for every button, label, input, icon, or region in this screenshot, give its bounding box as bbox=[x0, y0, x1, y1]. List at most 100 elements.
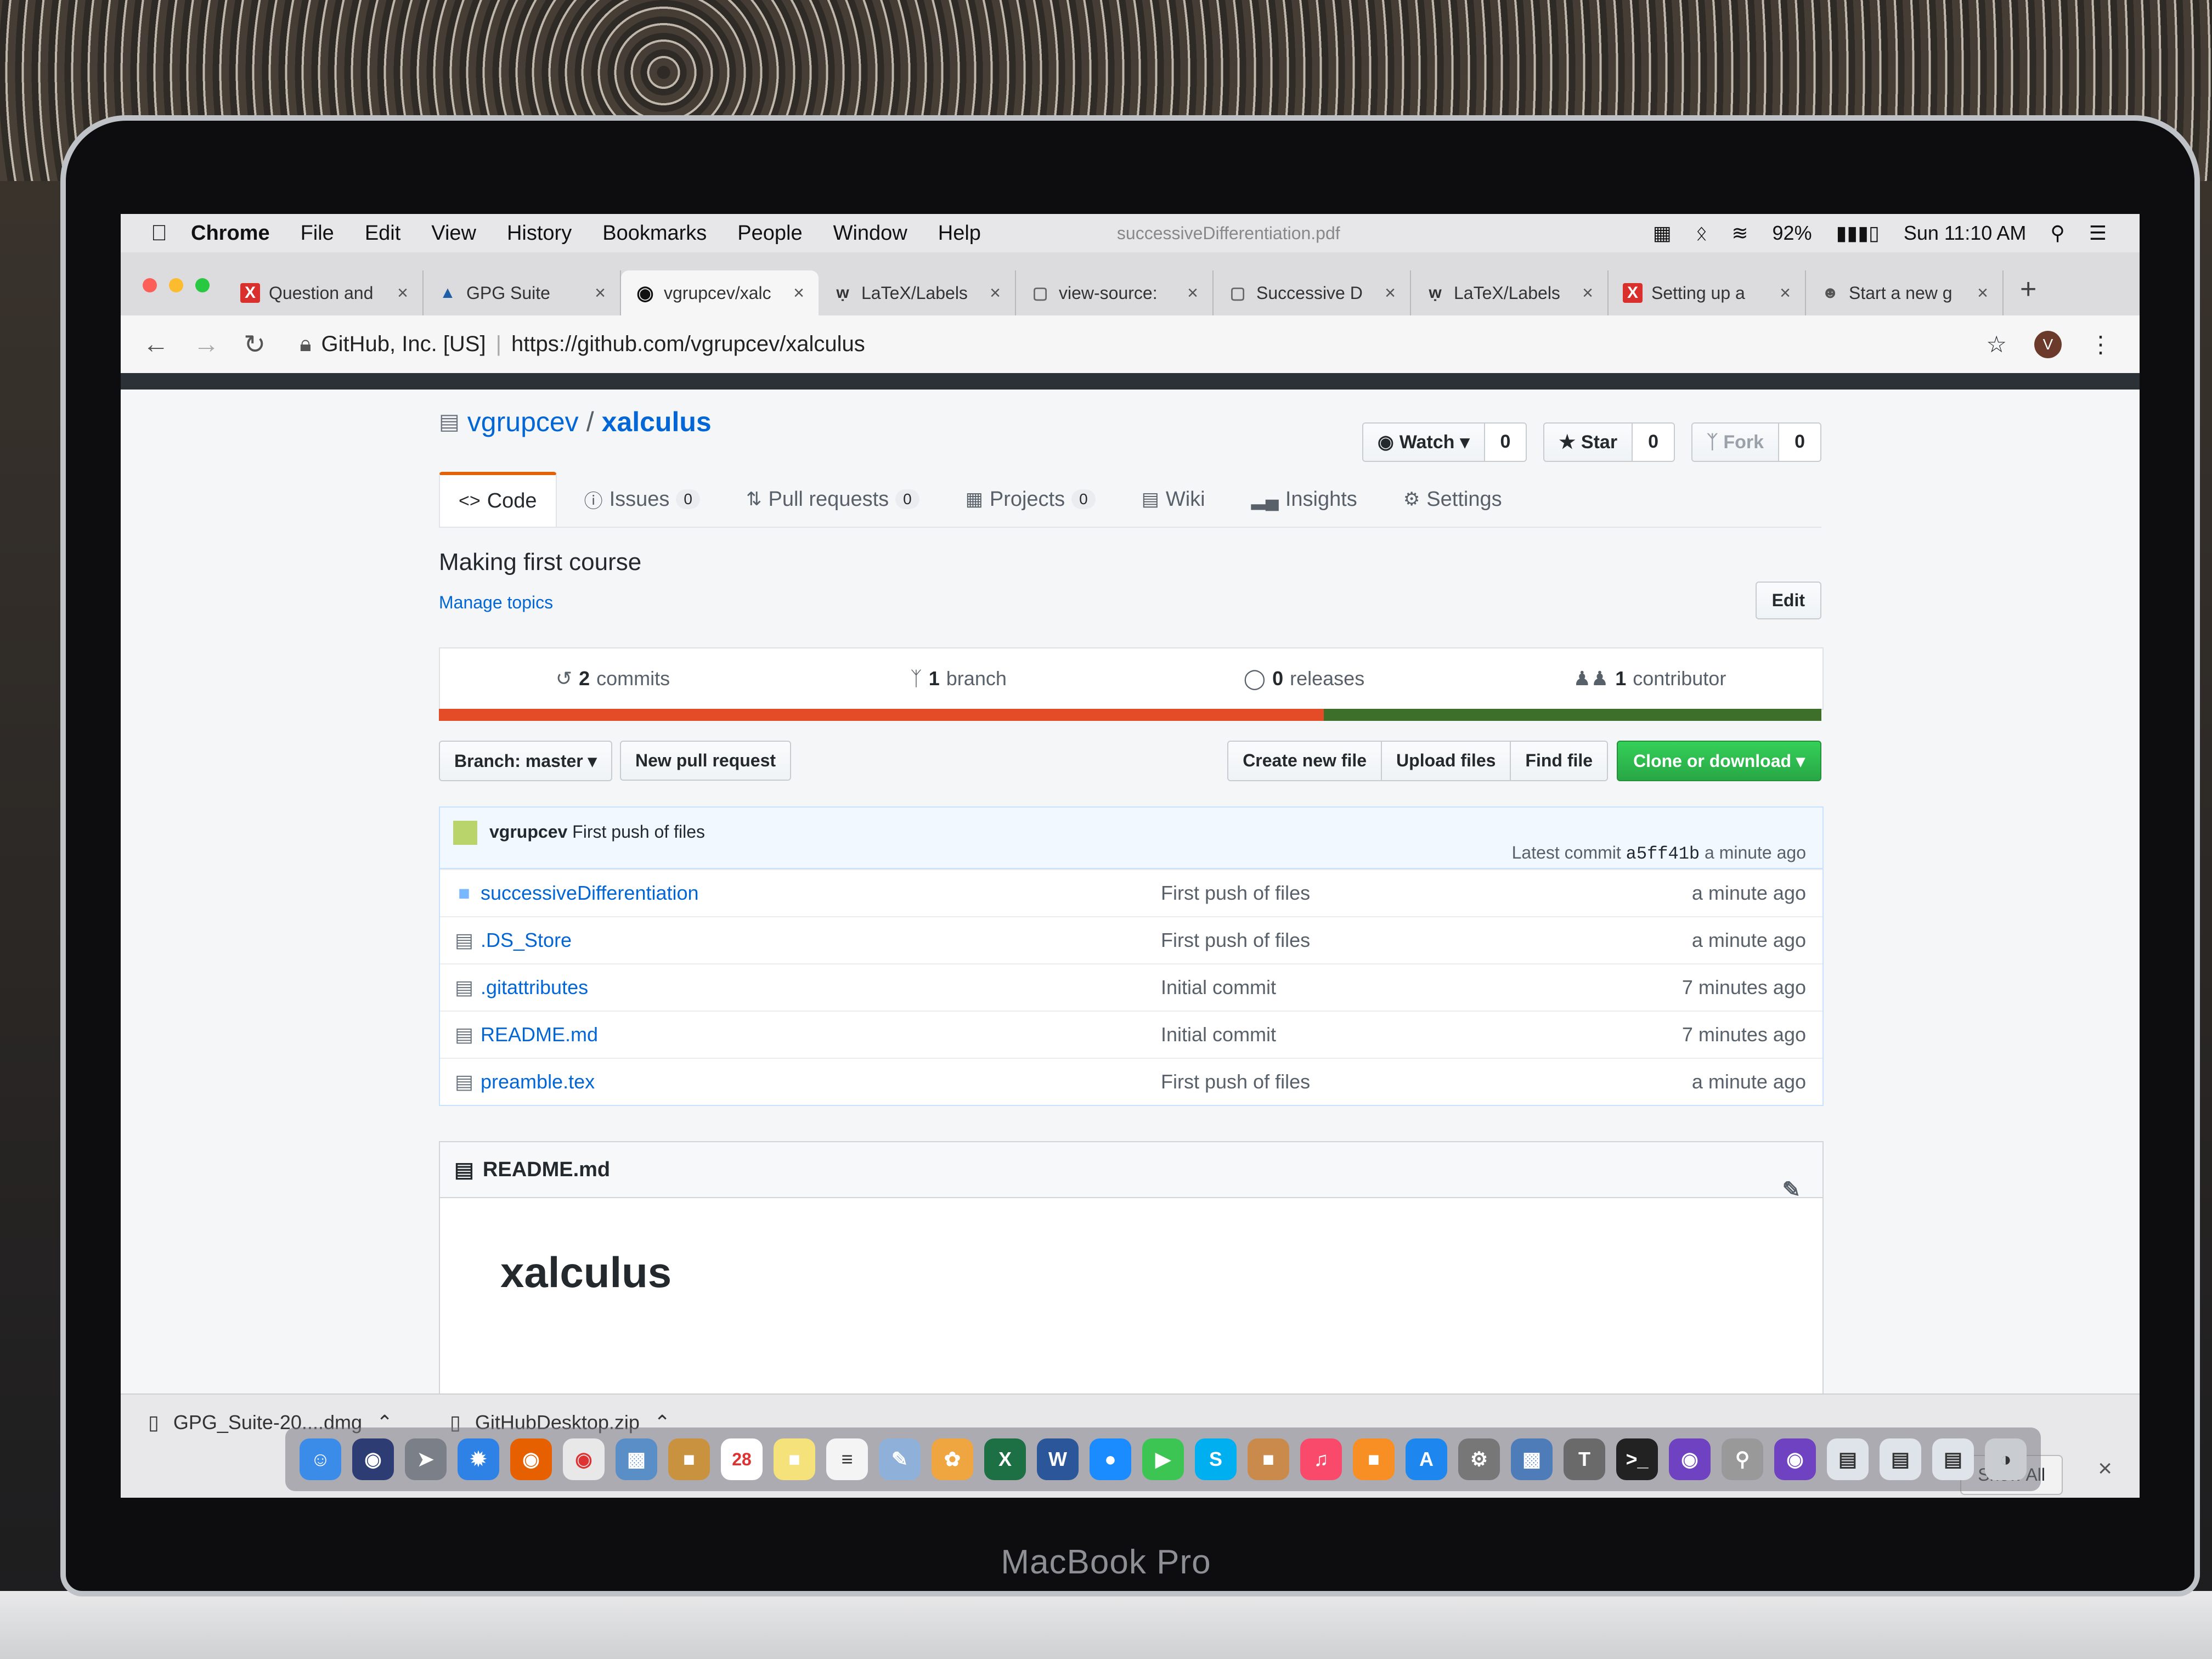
excel-icon[interactable]: X bbox=[984, 1438, 1026, 1480]
tab-latex-labels-2[interactable]: ẉ LaTeX/Labels × bbox=[1411, 270, 1609, 315]
tex-icon[interactable]: T bbox=[1564, 1438, 1605, 1480]
table-row[interactable]: ▤ .gitattributes Initial commit 7 minute… bbox=[440, 963, 1822, 1011]
commit-message[interactable]: First push of files bbox=[572, 822, 705, 842]
profile-avatar[interactable]: V bbox=[2034, 330, 2062, 358]
grid-icon[interactable]: ▦ bbox=[1653, 222, 1672, 245]
close-tab-icon[interactable]: × bbox=[1187, 283, 1198, 304]
spotlight-icon[interactable]: ⚲ bbox=[2050, 222, 2064, 245]
system-preferences-icon[interactable]: ⚙ bbox=[1458, 1438, 1500, 1480]
launchpad-icon[interactable]: ➤ bbox=[405, 1438, 447, 1480]
commit-author[interactable]: vgrupcev bbox=[489, 822, 567, 842]
file-commit-message[interactable]: First push of files bbox=[1161, 1070, 1620, 1093]
calendar-icon[interactable]: 28 bbox=[721, 1438, 763, 1480]
commits-link[interactable]: ↺ 2 commits bbox=[440, 648, 786, 709]
screen-sharing-icon[interactable]: ▩ bbox=[1511, 1438, 1553, 1480]
menu-people[interactable]: People bbox=[737, 222, 802, 245]
document-stack-icon[interactable]: ▤ bbox=[1827, 1438, 1869, 1480]
firefox-icon[interactable]: ◉ bbox=[510, 1438, 552, 1480]
upload-files-button[interactable]: Upload files bbox=[1382, 742, 1511, 780]
tab-code[interactable]: <> Code bbox=[439, 472, 557, 527]
github-desktop-icon[interactable]: ◉ bbox=[1669, 1438, 1711, 1480]
stickies-icon[interactable]: ■ bbox=[774, 1438, 815, 1480]
tab-projects[interactable]: ▦ Projects 0 bbox=[947, 472, 1114, 527]
tab-github-xalculus[interactable]: ◉ vgrupcev/xalc × bbox=[621, 270, 819, 315]
facetime-icon[interactable]: ▶ bbox=[1142, 1438, 1184, 1480]
file-commit-message[interactable]: Initial commit bbox=[1161, 1023, 1620, 1046]
tab-gpg-suite[interactable]: ▲ GPG Suite × bbox=[424, 270, 621, 315]
forward-icon[interactable]: → bbox=[193, 329, 219, 359]
close-window-icon[interactable] bbox=[143, 278, 157, 292]
keychain-icon[interactable]: ⚲ bbox=[1722, 1438, 1763, 1480]
star-count[interactable]: 0 bbox=[1632, 424, 1674, 461]
close-downloads-icon[interactable]: × bbox=[2098, 1455, 2112, 1482]
chrome-menu-icon[interactable]: ⋮ bbox=[2089, 331, 2112, 358]
file-name-link[interactable]: .gitattributes bbox=[481, 976, 1161, 999]
close-tab-icon[interactable]: × bbox=[595, 283, 606, 304]
close-tab-icon[interactable]: × bbox=[1582, 283, 1593, 304]
chrome-icon[interactable]: ◉ bbox=[563, 1438, 605, 1480]
word-icon[interactable]: W bbox=[1037, 1438, 1079, 1480]
notes-folder-icon[interactable]: ■ bbox=[668, 1438, 710, 1480]
tab-successive[interactable]: ▢ Successive D × bbox=[1214, 270, 1411, 315]
repo-owner-link[interactable]: vgrupcev bbox=[467, 406, 579, 438]
messages-icon[interactable]: ● bbox=[1090, 1438, 1131, 1480]
file-name-link[interactable]: README.md bbox=[481, 1023, 1161, 1046]
url-text[interactable]: https://github.com/vgrupcev/xalculus bbox=[511, 332, 865, 357]
tab-setting-up[interactable]: X Setting up a × bbox=[1609, 270, 1806, 315]
tab-latex-labels[interactable]: ẉ LaTeX/Labels × bbox=[819, 270, 1016, 315]
bookmark-star-icon[interactable]: ☆ bbox=[1986, 331, 2007, 358]
address-bar[interactable]: 🔒︎ GitHub, Inc. [US] | https://github.co… bbox=[300, 332, 1986, 357]
terminal-icon[interactable]: >_ bbox=[1616, 1438, 1658, 1480]
close-tab-icon[interactable]: × bbox=[1385, 283, 1396, 304]
clock[interactable]: Sun 11:10 AM bbox=[1904, 222, 2027, 245]
fork-count[interactable]: 0 bbox=[1778, 424, 1820, 461]
author-avatar[interactable] bbox=[453, 821, 477, 845]
downloads-stack-icon[interactable]: ▤ bbox=[1932, 1438, 1974, 1480]
file-commit-message[interactable]: First push of files bbox=[1161, 929, 1620, 952]
reminders-icon[interactable]: ≡ bbox=[826, 1438, 868, 1480]
branch-select-button[interactable]: Branch: master ▾ bbox=[439, 741, 612, 781]
trash-icon[interactable]: ◑ bbox=[1985, 1438, 2027, 1480]
manage-topics-link[interactable]: Manage topics bbox=[439, 592, 553, 613]
find-file-button[interactable]: Find file bbox=[1511, 742, 1607, 780]
watch-count[interactable]: 0 bbox=[1483, 424, 1526, 461]
menu-window[interactable]: Window bbox=[833, 222, 907, 245]
table-row[interactable]: ■ successiveDifferentiation First push o… bbox=[440, 869, 1822, 916]
github-desktop-download-icon[interactable]: ◉ bbox=[1774, 1438, 1816, 1480]
document-stack-icon[interactable]: ▤ bbox=[1880, 1438, 1921, 1480]
safari-icon[interactable]: ✹ bbox=[458, 1438, 499, 1480]
commit-sha[interactable]: a5ff41b bbox=[1626, 844, 1700, 864]
battery-percent[interactable]: 92% bbox=[1773, 222, 1812, 245]
edit-description-button[interactable]: Edit bbox=[1755, 582, 1821, 619]
new-tab-icon[interactable]: + bbox=[2020, 273, 2036, 306]
file-name-link[interactable]: preamble.tex bbox=[481, 1070, 1161, 1093]
siri-icon[interactable]: ◉ bbox=[352, 1438, 394, 1480]
menu-view[interactable]: View bbox=[431, 222, 476, 245]
repo-name-link[interactable]: xalculus bbox=[602, 406, 712, 438]
battery-icon[interactable]: ▮▮▮▯ bbox=[1836, 222, 1880, 245]
pencil-icon[interactable]: ✎ bbox=[1782, 1177, 1801, 1203]
reload-icon[interactable]: ↻ bbox=[244, 329, 266, 360]
tab-pull-requests[interactable]: ⇅ Pull requests 0 bbox=[727, 472, 938, 527]
file-name-link[interactable]: successiveDifferentiation bbox=[481, 882, 1161, 905]
finder-icon[interactable]: ☺ bbox=[300, 1438, 341, 1480]
back-icon[interactable]: ← bbox=[143, 329, 169, 359]
star-button[interactable]: ★ Star bbox=[1544, 424, 1632, 461]
menu-help[interactable]: Help bbox=[938, 222, 981, 245]
tab-start-new[interactable]: ☻ Start a new g × bbox=[1806, 270, 2004, 315]
ibooks-icon[interactable]: ■ bbox=[1248, 1438, 1289, 1480]
menu-bookmarks[interactable]: Bookmarks bbox=[602, 222, 707, 245]
releases-link[interactable]: ◯ 0 releases bbox=[1131, 648, 1477, 709]
new-pull-request-button[interactable]: New pull request bbox=[620, 741, 792, 781]
table-row[interactable]: ▤ README.md Initial commit 7 minutes ago bbox=[440, 1011, 1822, 1058]
close-tab-icon[interactable]: × bbox=[1977, 283, 1988, 304]
skype-icon[interactable]: S bbox=[1195, 1438, 1237, 1480]
tab-issues[interactable]: ⓘ Issues 0 bbox=[566, 472, 719, 527]
menu-file[interactable]: File bbox=[301, 222, 334, 245]
bluetooth-icon[interactable]: ᛟ bbox=[1696, 222, 1708, 245]
tab-settings[interactable]: ⚙ Settings bbox=[1385, 472, 1521, 527]
minimize-window-icon[interactable] bbox=[169, 278, 183, 292]
itunes-icon[interactable]: ♫ bbox=[1300, 1438, 1342, 1480]
apple-icon[interactable]:  bbox=[143, 221, 176, 246]
file-name-link[interactable]: .DS_Store bbox=[481, 929, 1161, 952]
